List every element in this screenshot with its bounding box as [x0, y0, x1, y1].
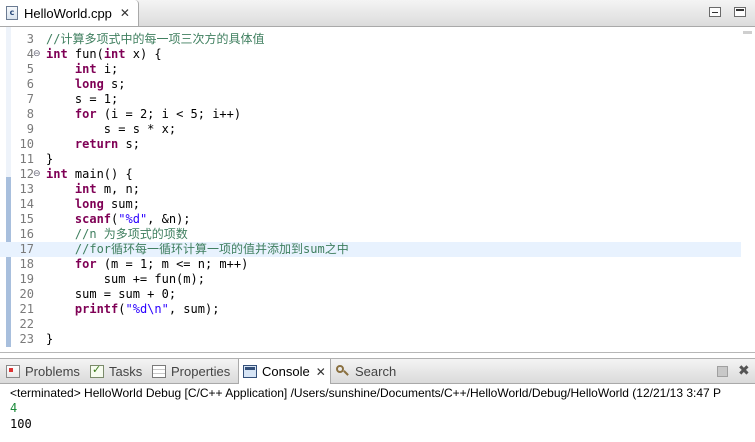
code-line-text: scanf("%d", &n); [74, 212, 191, 226]
code-line[interactable]: 3 //计算多项式中的每一项三次方的具体值 [0, 32, 741, 47]
line-number: 19 [19, 272, 34, 286]
code-line-text: int m, n; [74, 182, 140, 196]
line-number: 9 [26, 122, 34, 136]
line-number: 7 [26, 92, 34, 106]
line-number: 23 [19, 332, 34, 346]
tab-label: Problems [25, 364, 80, 379]
line-number: 3 [26, 32, 34, 46]
console-tabbar: ✖ Problems Tasks Properties Console ✕ Search [0, 358, 755, 384]
code-line[interactable]: 13 int m, n; [0, 182, 741, 197]
code-line-text: int fun(int x) { [46, 47, 162, 61]
tab-label: Properties [171, 364, 231, 379]
code-line-text: sum += fun(m); [46, 272, 205, 286]
line-number: 14 [19, 197, 34, 211]
problems-icon [6, 365, 20, 378]
remove-launch-button[interactable]: ✖ [738, 363, 750, 379]
code-line[interactable]: 20 sum = sum + 0; [0, 287, 741, 302]
maximize-button[interactable] [734, 7, 746, 17]
code-line[interactable]: 16 //n 为多项式的项数 [0, 227, 741, 242]
code-line[interactable]: 23} [0, 332, 741, 347]
fold-collapse-icon[interactable]: ⊖ [33, 167, 41, 182]
console-input-echo: 4 [10, 401, 18, 415]
code-line-text: s = s * x; [46, 122, 177, 136]
tab-search[interactable]: Search [336, 359, 396, 384]
editor-tabbar: c HelloWorld.cpp ✕ [0, 0, 755, 27]
console-view: ✖ ProblemsTasksPropertiesConsole✕Search … [0, 358, 755, 442]
code-line-text: } [46, 332, 54, 346]
line-number: 13 [19, 182, 34, 196]
line-number: 20 [19, 287, 34, 301]
code-line[interactable]: 6 long s; [0, 77, 741, 92]
code-line-text: return s; [74, 137, 140, 151]
line-number: 22 [19, 317, 34, 331]
code-line[interactable]: 10 return s; [0, 137, 741, 152]
code-line[interactable]: 18 for (m = 1; m <= n; m++) [0, 257, 741, 272]
close-icon[interactable]: ✕ [120, 6, 130, 20]
tasks-icon [90, 363, 104, 378]
console-icon [243, 365, 257, 378]
code-line-text: s = 1; [46, 92, 119, 106]
code-line-text: //for循环每一循环计算一项的值并添加到sum之中 [74, 242, 349, 256]
tab-label: Search [355, 364, 397, 379]
code-line-text: } [46, 152, 54, 166]
console-launch-header: <terminated> HelloWorld Debug [C/C++ App… [10, 386, 722, 400]
code-line[interactable]: 7 s = 1; [0, 92, 741, 107]
tab-tasks[interactable]: Tasks [90, 359, 142, 384]
code-line[interactable]: 21 printf("%d\n", sum); [0, 302, 741, 317]
close-icon[interactable]: ✕ [316, 365, 326, 379]
tab-label: Console [262, 364, 310, 379]
line-number: 6 [26, 77, 34, 91]
code-line[interactable]: 11} [0, 152, 741, 167]
tab-problems[interactable]: Problems [6, 359, 80, 384]
code-line[interactable]: 17 //for循环每一循环计算一项的值并添加到sum之中 [0, 242, 741, 257]
line-number: 18 [19, 257, 34, 271]
code-line[interactable]: 19 sum += fun(m); [0, 272, 741, 287]
properties-icon [152, 365, 166, 378]
line-number: 5 [26, 62, 34, 76]
code-line-text: long s; [74, 77, 126, 91]
line-number: 4 [26, 47, 34, 61]
line-number: 15 [19, 212, 34, 226]
code-line[interactable]: 12 ⊖ int main() { [0, 167, 741, 182]
line-number: 12 [19, 167, 34, 181]
overview-marker[interactable] [743, 31, 752, 34]
line-number: 17 [19, 242, 34, 256]
code-line[interactable]: 9 s = s * x; [0, 122, 741, 137]
code-line-text: //n 为多项式的项数 [74, 227, 188, 241]
code-line[interactable]: 15 scanf("%d", &n); [0, 212, 741, 227]
line-number: 10 [19, 137, 34, 151]
line-number: 11 [19, 152, 34, 166]
code-line-text: int main() { [46, 167, 133, 181]
code-line-text: sum = sum + 0; [46, 287, 177, 301]
code-line[interactable]: 5 int i; [0, 62, 741, 77]
code-line-text: for (m = 1; m <= n; m++) [74, 257, 249, 271]
line-number: 16 [19, 227, 34, 241]
overview-ruler[interactable] [741, 27, 753, 347]
console-output-line: 100 [10, 417, 32, 431]
minimize-button[interactable] [709, 7, 721, 17]
tab-properties[interactable]: Properties [152, 359, 230, 384]
editor-tab-helloworld[interactable]: c HelloWorld.cpp ✕ [0, 0, 139, 26]
tab-label: Tasks [109, 364, 143, 379]
code-editor[interactable]: 3//计算多项式中的每一项三次方的具体值 4 ⊖ int fun(int x) {5 … [0, 27, 741, 347]
code-line-text: printf("%d\n", sum); [74, 302, 220, 316]
code-line[interactable]: 14 long sum; [0, 197, 741, 212]
code-line-text: for (i = 2; i < 5; i++) [74, 107, 242, 121]
cpp-file-icon: c [6, 6, 18, 20]
code-line-text: //计算多项式中的每一项三次方的具体值 [46, 32, 265, 46]
tab-console[interactable]: Console ✕ [238, 359, 331, 384]
search-icon [336, 365, 350, 378]
code-line-text: int i; [74, 62, 119, 76]
editor-tab-label: HelloWorld.cpp [24, 5, 112, 21]
code-line-text: long sum; [74, 197, 140, 211]
line-number: 21 [19, 302, 34, 316]
fold-collapse-icon[interactable]: ⊖ [33, 47, 41, 62]
code-line[interactable]: 8 for (i = 2; i < 5; i++) [0, 107, 741, 122]
terminate-button[interactable] [717, 366, 728, 377]
editor-part: c HelloWorld.cpp ✕ 3//计算多项式中的每一项三次方的具体值 4… [0, 0, 755, 353]
code-line[interactable]: 22 [0, 317, 741, 332]
code-line[interactable]: 4 ⊖ int fun(int x) { [0, 47, 741, 62]
line-number: 8 [26, 107, 34, 121]
